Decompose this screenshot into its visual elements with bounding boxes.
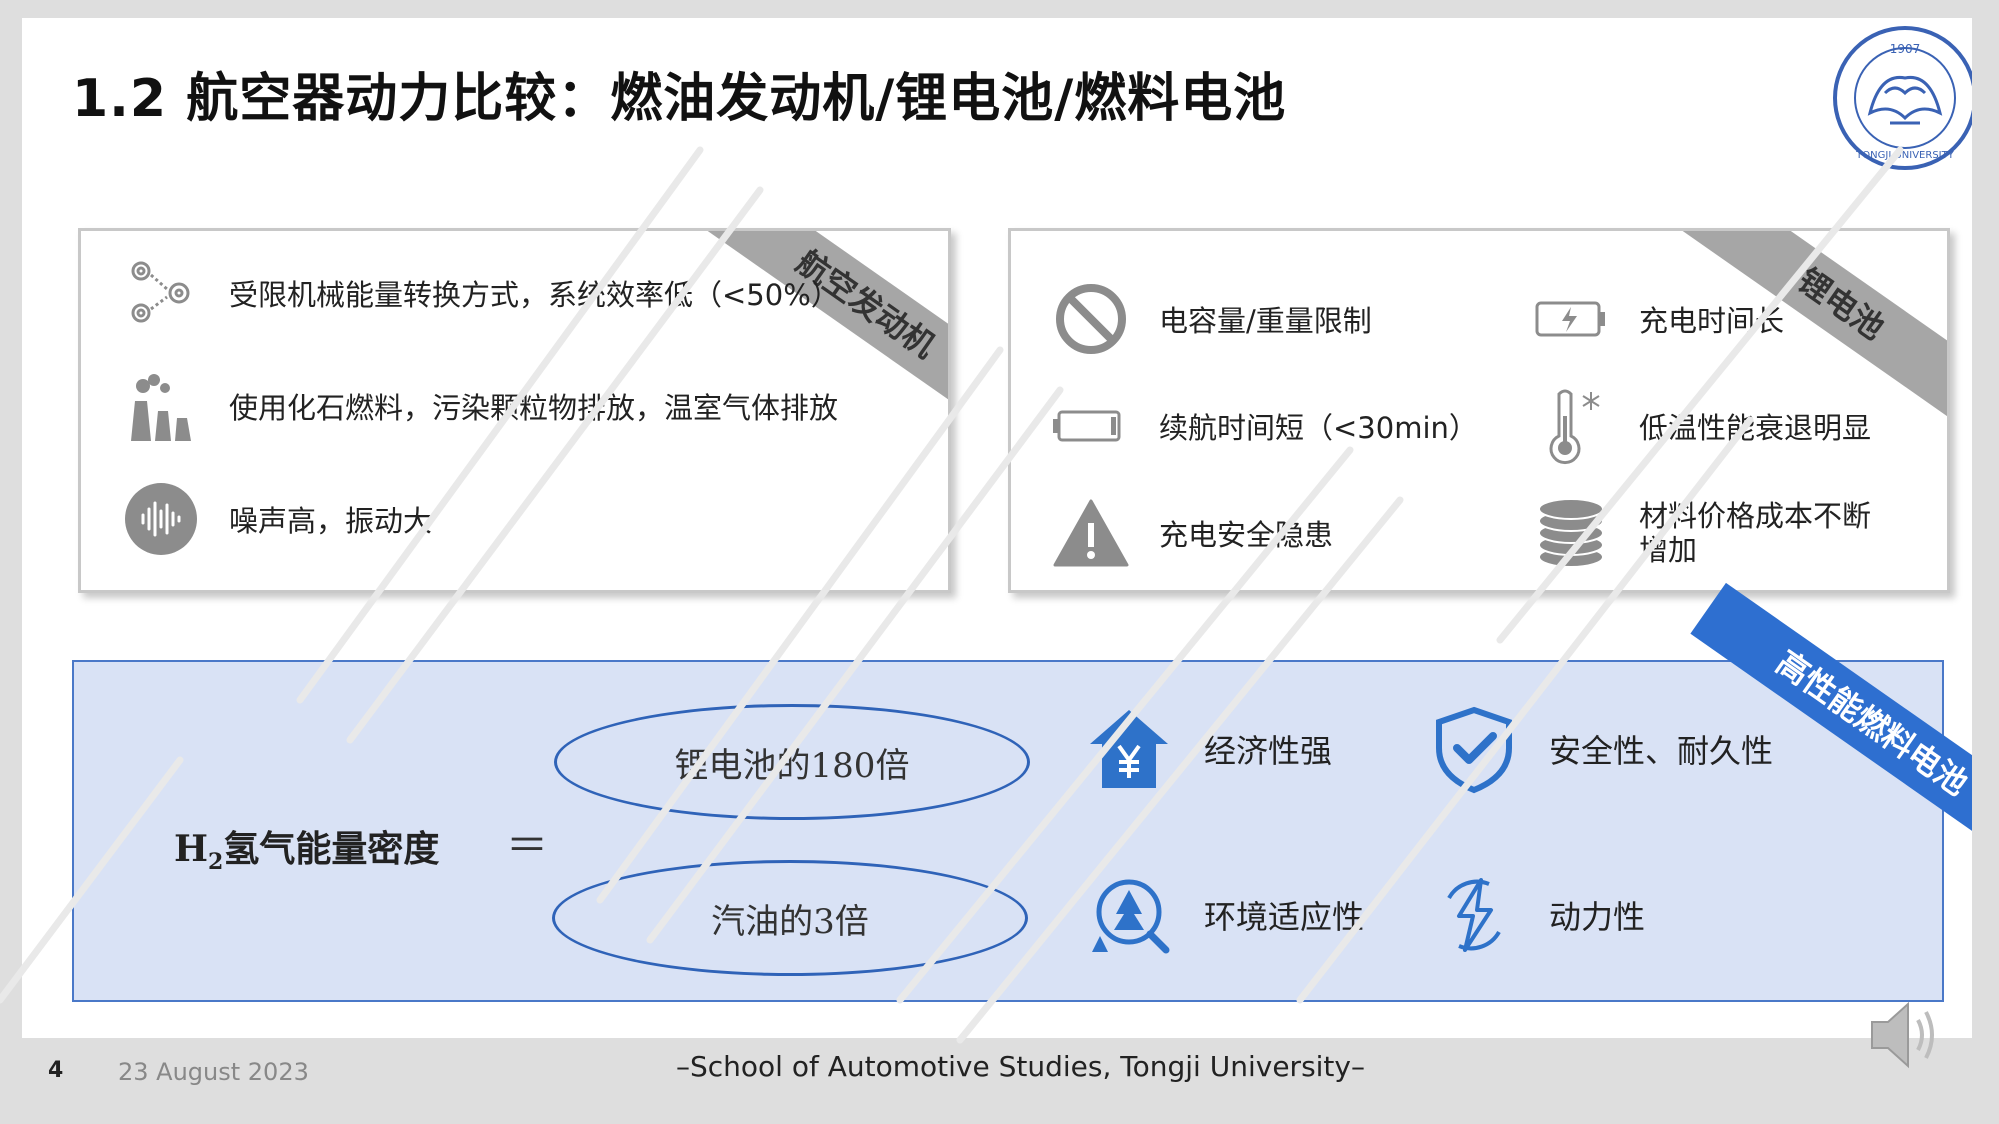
thermometer-snow-icon (1549, 389, 1600, 465)
shield-check-icon (1436, 706, 1512, 794)
factory-emission-icon (131, 374, 191, 441)
battery-item-text: 低温性能衰退明显 (1639, 411, 1872, 445)
environment-tree-icon (1092, 879, 1170, 954)
svg-text:1907: 1907 (1890, 42, 1921, 56)
engine-item-emission: 使用化石燃料，污染颗粒物排放，温室气体排放 (121, 366, 838, 446)
h2-energy-density-label: H2氢气能量密度 (174, 828, 440, 876)
economy-house-icon (1090, 710, 1168, 788)
battery-item-safety: 充电安全隐患 (1051, 493, 1333, 573)
comparison-ellipse-gasoline: 汽油的3倍 (552, 860, 1028, 976)
footer-school: –School of Automotive Studies, Tongji Un… (676, 1050, 1365, 1083)
battery-item-text: 充电时间长 (1639, 304, 1785, 338)
gears-icon (131, 261, 190, 323)
warning-icon (1053, 499, 1129, 567)
sound-wave-icon (125, 483, 197, 555)
feature-safety: 安全性、耐久性 (1429, 704, 1773, 794)
feature-economy: 经济性强 (1084, 704, 1332, 794)
engine-item-noise: 噪声高，振动大 (121, 479, 432, 559)
slide-title: 1.2 航空器动力比较：燃油发动机/锂电池/燃料电池 (72, 69, 1287, 129)
fuel-cell-panel: 高性能燃料电池 H2氢气能量密度 ＝ 锂电池的180倍 汽油的3倍 经济性强 安… (72, 582, 1972, 1002)
feature-text: 安全性、耐久性 (1549, 732, 1774, 770)
page-number: 4 (48, 1058, 64, 1083)
battery-item-text: 电容量/重量限制 (1159, 304, 1372, 338)
svg-text:TONGJI UNIVERSITY: TONGJI UNIVERSITY (1855, 150, 1955, 161)
engine-panel: 航空发动机 受限机械能量转换方式，系统效率低（<50%） 使用化石燃料，污染颗粒… (78, 228, 951, 593)
coin-stack-icon (1538, 498, 1604, 568)
low-battery-icon (1053, 410, 1121, 442)
prohibited-icon (1056, 284, 1126, 354)
feature-power: 动力性 (1429, 870, 1645, 960)
battery-item-text: 材料价格成本不断增加 (1639, 499, 1872, 567)
feature-text: 动力性 (1549, 898, 1646, 936)
comparison-ellipse-battery: 锂电池的180倍 (554, 704, 1030, 820)
feature-text: 环境适应性 (1204, 898, 1365, 936)
power-bolt-icon (1447, 878, 1501, 952)
battery-item-charge-time: 充电时间长 (1531, 279, 1784, 359)
battery-item-text: 续航时间短（<30min） (1159, 411, 1478, 445)
battery-item-capacity: 电容量/重量限制 (1051, 279, 1372, 359)
tongji-university-seal-icon: 1907 TONGJI UNIVERSITY (1833, 26, 1972, 170)
battery-item-endurance: 续航时间短（<30min） (1051, 386, 1478, 466)
charging-battery-icon (1535, 301, 1605, 337)
engine-item-text: 噪声高，振动大 (229, 504, 433, 538)
battery-panel: 锂电池 电容量/重量限制 充电时间长 续航时间短（<30min） 低温性能衰退明… (1008, 228, 1950, 593)
engine-item-text: 受限机械能量转换方式，系统效率低（<50%） (229, 278, 840, 312)
equals-sign: ＝ (506, 821, 549, 870)
speaker-icon[interactable] (1862, 990, 1952, 1080)
engine-item-efficiency: 受限机械能量转换方式，系统效率低（<50%） (121, 253, 840, 333)
feature-environment: 环境适应性 (1084, 870, 1364, 960)
battery-item-text: 充电安全隐患 (1159, 518, 1334, 552)
slide-canvas: 1.2 航空器动力比较：燃油发动机/锂电池/燃料电池 1907 TONGJI U… (22, 18, 1972, 1038)
slide-date: 23 August 2023 (118, 1058, 309, 1086)
battery-item-cost: 材料价格成本不断增加 (1531, 493, 1889, 573)
engine-item-text: 使用化石燃料，污染颗粒物排放，温室气体排放 (229, 391, 839, 425)
feature-text: 经济性强 (1204, 732, 1333, 770)
battery-item-low-temp: 低温性能衰退明显 (1531, 386, 1871, 466)
